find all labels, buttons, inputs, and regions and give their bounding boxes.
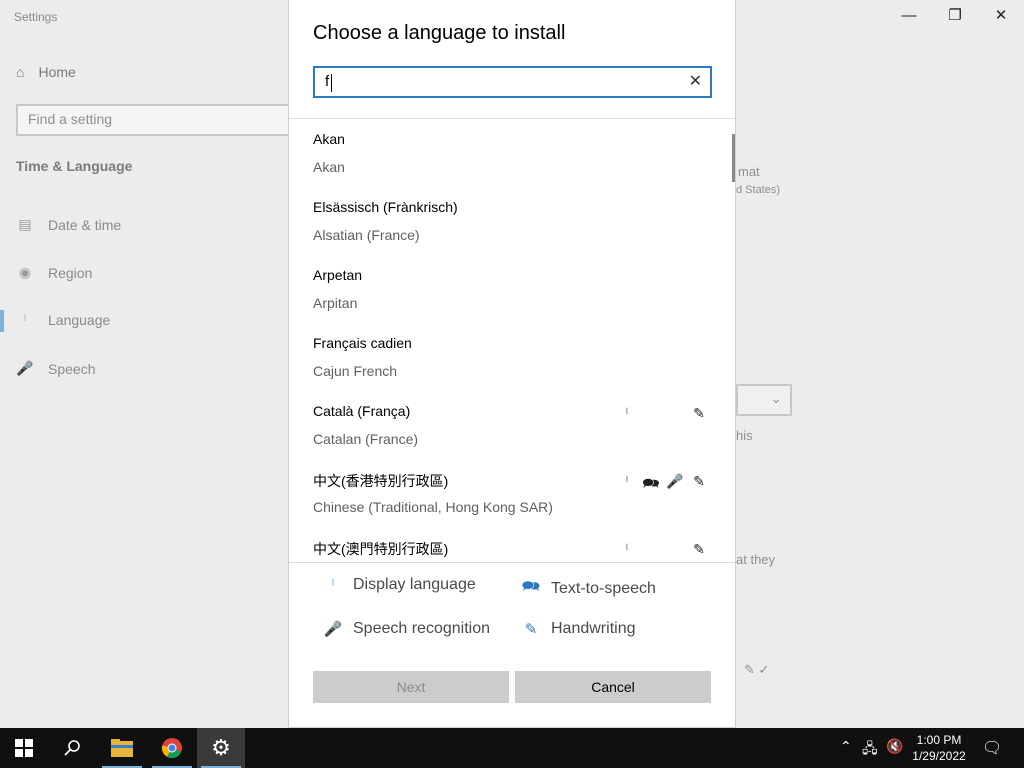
chrome-button[interactable] (148, 728, 196, 768)
language-english-name: Arpitan (313, 295, 358, 311)
sidebar-item-label: Speech (48, 360, 96, 377)
legend-text-to-speech: 🗪 Text-to-speech (521, 576, 656, 601)
language-item[interactable]: 中文(香港特別行政區) Chinese (Traditional, Hong K… (313, 459, 713, 527)
speech-recognition-icon: 🎤 (666, 473, 684, 489)
legend-label: Speech recognition (353, 620, 490, 637)
legend-label: Handwriting (551, 620, 636, 637)
clock-time: 1:00 PM (916, 733, 962, 747)
language-search-input[interactable]: f ✕ (313, 66, 712, 98)
language-english-name: Akan (313, 159, 345, 175)
sidebar-item-label: Region (48, 264, 93, 281)
language-native-name: Elsässisch (Frànkrisch) (313, 199, 458, 215)
legend-label: Display language (353, 576, 476, 593)
selection-indicator (0, 310, 4, 332)
find-setting-input[interactable]: Find a setting (16, 104, 298, 136)
language-icon: ᛌ (20, 312, 30, 328)
display-language-icon: ᛌ (622, 405, 632, 421)
sidebar-item-speech[interactable]: 🎤 Speech (16, 360, 95, 377)
language-native-name: Akan (313, 131, 345, 147)
display-language-icon: ᛌ (622, 541, 632, 557)
chevron-up-icon[interactable]: ⌃ (840, 738, 852, 755)
handwriting-icon: ✎ (693, 405, 705, 421)
sidebar-item-region[interactable]: ◉ Region (16, 264, 92, 281)
microphone-icon: 🎤 (16, 360, 34, 376)
clock-date: 1/29/2022 (912, 749, 966, 763)
text-to-speech-icon: 🗪 (642, 475, 660, 491)
section-title: Time & Language (16, 158, 133, 174)
sidebar-item-language[interactable]: ᛌ Language (16, 312, 111, 328)
settings-taskbar-button[interactable]: ⚙ (197, 728, 245, 768)
handwriting-icon: ✎ ✓ (744, 662, 770, 677)
file-explorer-button[interactable] (98, 728, 146, 768)
calendar-clock-icon: ▤ (18, 216, 32, 232)
sidebar-item-date-time[interactable]: ▤ Date & time (16, 216, 121, 233)
language-item[interactable]: Arpetan Arpitan (313, 255, 713, 323)
dialog-title: Choose a language to install (313, 22, 566, 44)
handwriting-icon: ✎ (693, 541, 705, 557)
chevron-down-icon: ⌄ (770, 390, 782, 406)
scrollbar-thumb[interactable] (732, 134, 735, 182)
search-icon (64, 740, 80, 756)
globe-icon: ◉ (18, 264, 32, 280)
notifications-icon[interactable]: 🗨 (982, 738, 1002, 758)
choose-language-dialog: Choose a language to install f ✕ Akan Ak… (288, 0, 736, 728)
restore-button[interactable]: ❐ (940, 6, 970, 26)
background-dropdown[interactable]: ⌄ (736, 384, 792, 416)
sidebar-item-label: Language (48, 312, 111, 328)
volume-muted-icon[interactable]: 🔇 (886, 738, 903, 755)
language-native-name: 中文(澳門特別行政區) (313, 541, 449, 557)
text-caret (331, 74, 332, 92)
speech-recognition-icon: 🎤 (323, 621, 343, 638)
folder-icon (111, 739, 133, 757)
gear-icon: ⚙ (211, 735, 231, 760)
language-native-name: Arpetan (313, 267, 363, 283)
language-english-name: Alsatian (France) (313, 227, 420, 243)
sidebar-item-label: Date & time (48, 216, 122, 233)
handwriting-icon: ✎ (524, 621, 538, 638)
language-english-name: Cajun French (313, 363, 398, 379)
background-text: at they (736, 552, 776, 567)
nav-home[interactable]: ⌂ Home (16, 64, 76, 80)
close-button[interactable]: ✕ (986, 6, 1016, 26)
minimize-button[interactable]: — (894, 6, 924, 26)
cancel-button[interactable]: Cancel (515, 671, 711, 703)
legend-handwriting: ✎ Handwriting (521, 620, 636, 638)
language-item[interactable]: Français cadien Cajun French (313, 323, 713, 391)
nav-home-label: Home (38, 64, 76, 80)
language-item[interactable]: 中文(澳門特別行政區) ᛌ ✎ (313, 527, 713, 561)
language-item[interactable]: Català (França) Catalan (France) ᛌ ✎ (313, 391, 713, 459)
language-native-name: 中文(香港特別行政區) (313, 473, 449, 489)
search-button[interactable] (48, 728, 96, 768)
next-button[interactable]: Next (313, 671, 509, 703)
legend-display-language: ᛌ Display language (323, 576, 476, 594)
language-item[interactable]: Akan Akan (313, 119, 713, 187)
background-text: d States) (736, 184, 781, 196)
find-placeholder: Find a setting (28, 111, 113, 127)
clock[interactable]: 1:00 PM 1/29/2022 (910, 732, 968, 764)
display-language-icon: ᛌ (622, 473, 632, 489)
legend-speech-recognition: 🎤 Speech recognition (323, 620, 490, 638)
language-list: Akan Akan Elsässisch (Frànkrisch) Alsati… (289, 119, 735, 561)
chrome-icon (161, 738, 182, 759)
handwriting-icon: ✎ (693, 473, 705, 489)
network-icon[interactable]: 🖧 (862, 738, 878, 762)
language-english-name: Catalan (France) (313, 431, 419, 447)
divider (289, 562, 735, 563)
start-button[interactable] (0, 728, 48, 768)
window-title: Settings (14, 10, 58, 24)
home-icon: ⌂ (16, 64, 25, 80)
language-native-name: Català (França) (313, 403, 411, 419)
display-language-icon: ᛌ (328, 576, 338, 594)
language-item[interactable]: Elsässisch (Frànkrisch) Alsatian (France… (313, 187, 713, 255)
background-text: his (736, 428, 753, 443)
clear-icon[interactable]: ✕ (689, 71, 702, 91)
search-value: f (325, 73, 330, 90)
background-text: mat (738, 164, 760, 179)
language-native-name: Français cadien (313, 335, 412, 351)
windows-icon (15, 739, 33, 757)
language-english-name: Chinese (Traditional, Hong Kong SAR) (313, 499, 553, 515)
taskbar: ⚙ ⌃ 🖧 🔇 1:00 PM 1/29/2022 🗨 (0, 728, 1024, 768)
text-to-speech-icon: 🗪 (521, 578, 541, 595)
legend-label: Text-to-speech (551, 579, 656, 597)
